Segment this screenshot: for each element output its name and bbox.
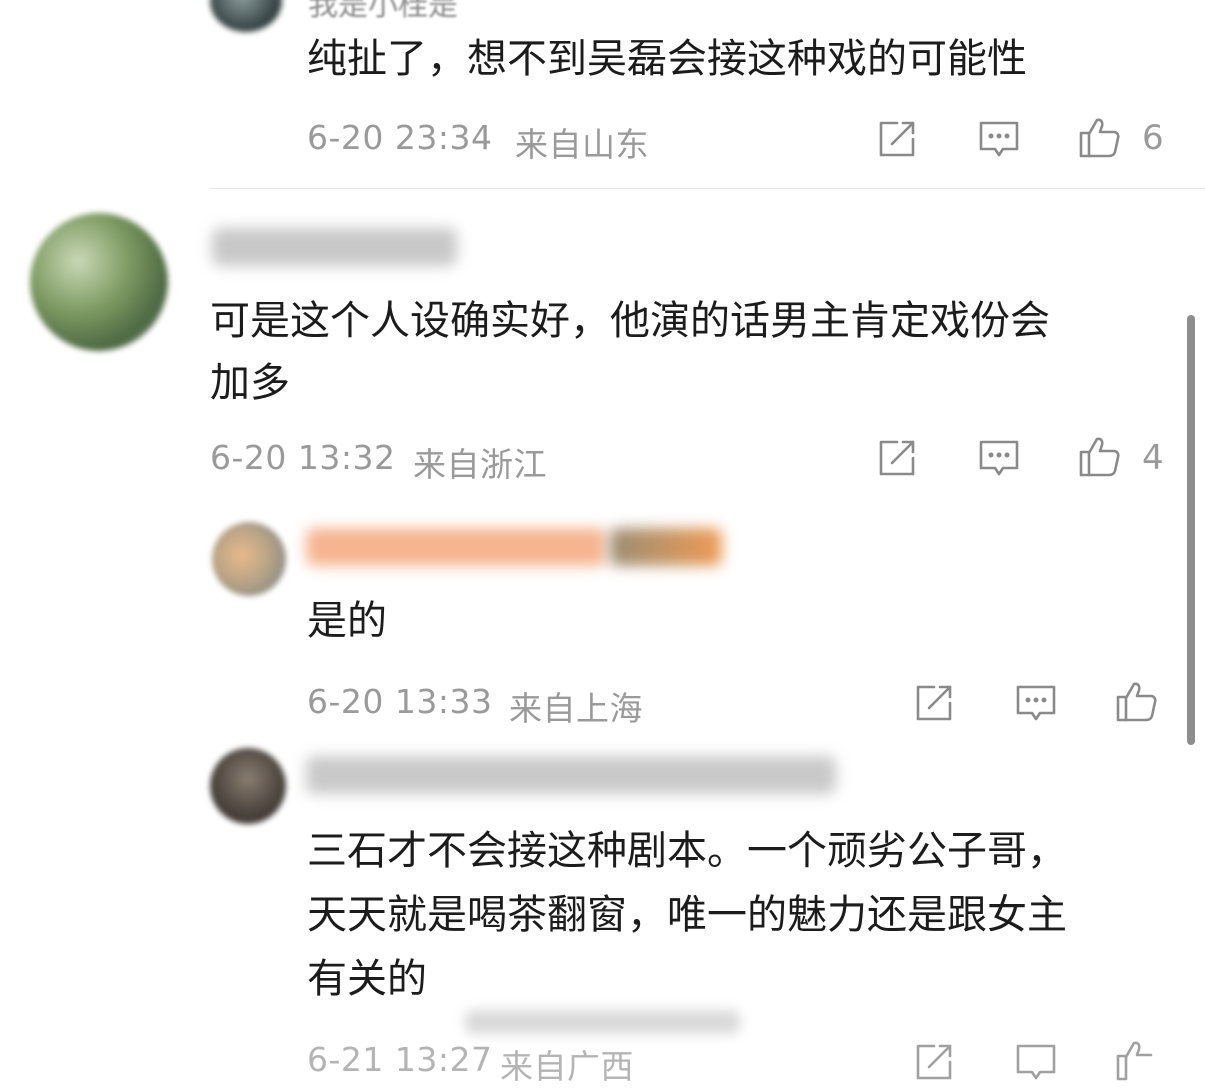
comment-icon[interactable] xyxy=(977,117,1021,161)
comment-time: 6-20 13:32 xyxy=(210,438,396,477)
comment-location: 来自浙江 xyxy=(413,445,547,484)
comment-location: 来自山东 xyxy=(515,125,649,164)
comment-time: 6-21 13:27 xyxy=(307,1040,493,1079)
repost-icon[interactable] xyxy=(875,117,919,161)
comment-location: 来自上海 xyxy=(509,689,643,728)
avatar[interactable] xyxy=(212,522,286,596)
comment-text: 可是这个人设确实好，他演的话男主肯定戏份会 xyxy=(210,298,1050,344)
like-count: 6 xyxy=(1142,118,1164,158)
comment-text: 天天就是喝茶翻窗，唯一的魅力还是跟女主 xyxy=(307,892,1067,938)
comment-location: 来自广西 xyxy=(500,1047,634,1086)
avatar[interactable] xyxy=(210,0,282,32)
username[interactable] xyxy=(306,528,606,566)
comment-text: 加多 xyxy=(210,360,290,406)
avatar[interactable] xyxy=(210,748,286,824)
like-icon[interactable] xyxy=(1077,115,1121,159)
divider xyxy=(210,188,1205,189)
repost-icon[interactable] xyxy=(912,681,956,725)
like-icon[interactable] xyxy=(1077,434,1121,478)
username[interactable] xyxy=(306,756,836,794)
comment-text: 三石才不会接这种剧本。一个顽劣公子哥， xyxy=(307,828,1067,874)
username[interactable] xyxy=(212,228,457,266)
comment-text: 纯扯了，想不到吴磊会接这种戏的可能性 xyxy=(307,36,1027,82)
watermark xyxy=(465,1010,740,1034)
comment-text: 有关的 xyxy=(307,956,427,1002)
comment-icon[interactable] xyxy=(1014,681,1058,725)
comment-time: 6-20 23:34 xyxy=(307,118,493,157)
scrollbar[interactable] xyxy=(1187,315,1195,745)
comment-icon[interactable] xyxy=(1014,1040,1058,1084)
repost-icon[interactable] xyxy=(875,436,919,480)
avatar[interactable] xyxy=(30,213,168,351)
like-icon[interactable] xyxy=(1114,1038,1158,1082)
user-badge xyxy=(610,528,722,566)
username[interactable]: 我是小桂是 xyxy=(308,0,458,24)
comment-time: 6-20 13:33 xyxy=(307,682,493,721)
comment-text: 是的 xyxy=(307,598,387,644)
repost-icon[interactable] xyxy=(912,1040,956,1084)
like-count: 4 xyxy=(1142,438,1164,478)
like-icon[interactable] xyxy=(1114,679,1158,723)
comment-icon[interactable] xyxy=(977,436,1021,480)
